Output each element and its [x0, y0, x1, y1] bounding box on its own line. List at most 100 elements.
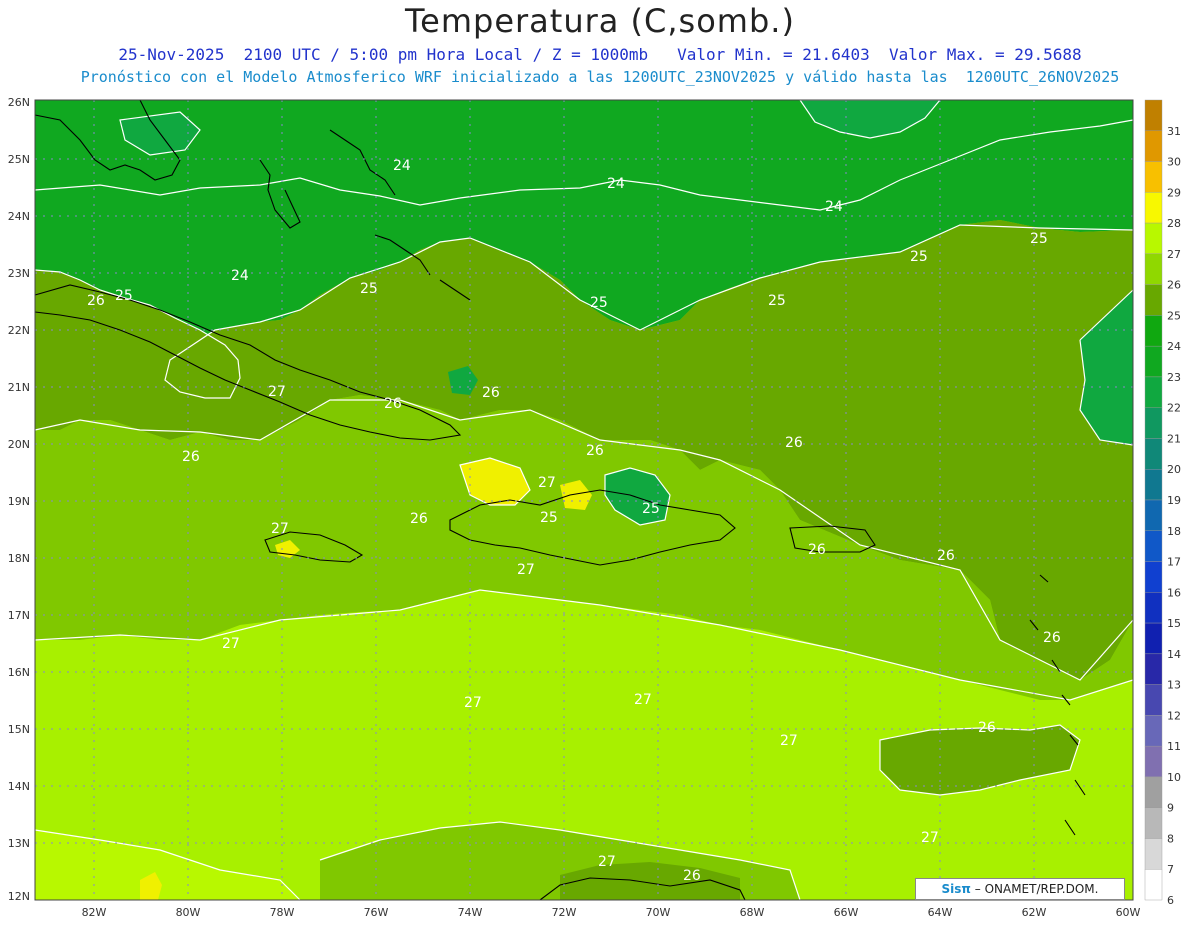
lon-label: 82W — [82, 906, 107, 919]
contour-label: 27 — [780, 733, 798, 749]
contour-label: 26 — [785, 435, 803, 451]
contour-label: 26 — [482, 385, 500, 401]
colorbar-label: 27 — [1167, 248, 1181, 261]
lon-label: 74W — [458, 906, 483, 919]
lat-label: 17N — [8, 609, 30, 622]
colorbar-label: 16 — [1167, 586, 1181, 599]
contour-label: 26 — [384, 396, 402, 412]
contour-label: 25 — [768, 293, 786, 309]
lon-label: 80W — [176, 906, 201, 919]
lat-label: 26N — [8, 96, 30, 109]
colorbar-label: 18 — [1167, 525, 1181, 538]
colorbar-swatch — [1144, 161, 1163, 193]
contour-label: 26 — [87, 293, 105, 309]
lon-label: 68W — [740, 906, 765, 919]
colorbar-label: 24 — [1167, 340, 1181, 353]
contour-label: 27 — [634, 692, 652, 708]
lat-label: 14N — [8, 780, 30, 793]
colorbar-swatch — [1144, 715, 1163, 747]
colorbar-swatch — [1144, 838, 1163, 870]
colorbar-swatch — [1144, 684, 1163, 716]
colorbar-swatch — [1144, 869, 1163, 901]
colorbar-swatch — [1144, 99, 1163, 131]
colorbar-label: 25 — [1167, 309, 1181, 322]
colorbar-swatch — [1144, 253, 1163, 285]
colorbar-swatch — [1144, 622, 1163, 655]
contour-label: 27 — [921, 830, 939, 846]
contour-label: 27 — [538, 475, 556, 491]
contour-label: 25 — [360, 281, 378, 297]
colorbar-label: 31 — [1167, 125, 1181, 138]
contour-label: 24 — [825, 199, 843, 215]
lat-label: 24N — [8, 210, 30, 223]
brand-logo-text: Sisπ — [941, 882, 971, 896]
lon-label: 64W — [928, 906, 953, 919]
colorbar-label: 23 — [1167, 371, 1181, 384]
colorbar-swatch — [1144, 469, 1163, 501]
contour-label: 25 — [1030, 231, 1048, 247]
colorbar-swatch — [1144, 561, 1163, 593]
colorbar-label: 20 — [1167, 463, 1181, 476]
colorbar-label: 15 — [1167, 617, 1181, 630]
colorbar-swatch — [1144, 315, 1163, 347]
credit-text: – ONAMET/REP.DOM. — [974, 882, 1099, 896]
colorbar-swatch — [1144, 192, 1163, 224]
lat-label: 18N — [8, 552, 30, 565]
contour-label: 25 — [590, 295, 608, 311]
lon-label: 72W — [552, 906, 577, 919]
colorbar-swatch — [1144, 745, 1163, 778]
colorbar-label: 7 — [1167, 863, 1174, 876]
colorbar-swatch — [1144, 222, 1163, 255]
contour-label: 26 — [410, 511, 428, 527]
colorbar-label: 11 — [1167, 740, 1181, 753]
colorbar-label: 14 — [1167, 648, 1181, 661]
contour-label: 26 — [182, 449, 200, 465]
lat-label: 25N — [8, 153, 30, 166]
colorbar-swatch — [1144, 345, 1163, 378]
colorbar-swatch — [1144, 530, 1163, 562]
contour-label: 24 — [607, 176, 625, 192]
colorbar: 31 30 29 28 27 26 25 24 23 22 21 20 19 18 17 16 15 14 13 12… — [1144, 99, 1181, 927]
credit-box: Sisπ – ONAMET/REP.DOM. — [915, 878, 1125, 900]
colorbar-swatch — [1144, 807, 1163, 839]
lon-label: 70W — [646, 906, 671, 919]
contour-label: 27 — [222, 636, 240, 652]
lon-label: 60W — [1116, 906, 1141, 919]
colorbar-label: 8 — [1167, 832, 1174, 845]
lat-label: 22N — [8, 324, 30, 337]
colorbar-label: 26 — [1167, 279, 1181, 292]
lat-label: 15N — [8, 723, 30, 736]
lon-label: 62W — [1022, 906, 1047, 919]
contour-label: 24 — [231, 268, 249, 284]
colorbar-label: 17 — [1167, 556, 1181, 569]
contour-label: 25 — [540, 510, 558, 526]
colorbar-label: 6 — [1167, 894, 1174, 907]
contour-label: 24 — [393, 158, 411, 174]
contour-label: 27 — [464, 695, 482, 711]
colorbar-label: 21 — [1167, 432, 1181, 445]
colorbar-label: 13 — [1167, 679, 1181, 692]
colorbar-swatch — [1144, 592, 1163, 624]
lat-label: 21N — [8, 381, 30, 394]
contour-label: 26 — [683, 868, 701, 884]
contour-label: 27 — [271, 521, 289, 537]
colorbar-label: 30 — [1167, 156, 1181, 169]
contour-label: 26 — [978, 720, 996, 736]
lon-labels: 82W 80W 78W 76W 74W 72W 70W 68W 66W 64W … — [82, 906, 1141, 919]
lon-label: 78W — [270, 906, 295, 919]
contour-label: 26 — [586, 443, 604, 459]
lat-labels: 26N 25N 24N 23N 22N 21N 20N 19N 18N 17N … — [8, 96, 30, 903]
contour-label: 27 — [268, 384, 286, 400]
contour-label: 27 — [598, 854, 616, 870]
lon-label: 66W — [834, 906, 859, 919]
contour-label: 26 — [808, 542, 826, 558]
colorbar-label: 19 — [1167, 494, 1181, 507]
lon-label: 76W — [364, 906, 389, 919]
contour-label: 25 — [642, 501, 660, 517]
lat-label: 16N — [8, 666, 30, 679]
colorbar-label: 22 — [1167, 402, 1181, 415]
contour-label: 26 — [937, 548, 955, 564]
colorbar-label: 12 — [1167, 709, 1181, 722]
colorbar-label: 9 — [1167, 802, 1174, 815]
colorbar-swatch — [1144, 776, 1163, 808]
